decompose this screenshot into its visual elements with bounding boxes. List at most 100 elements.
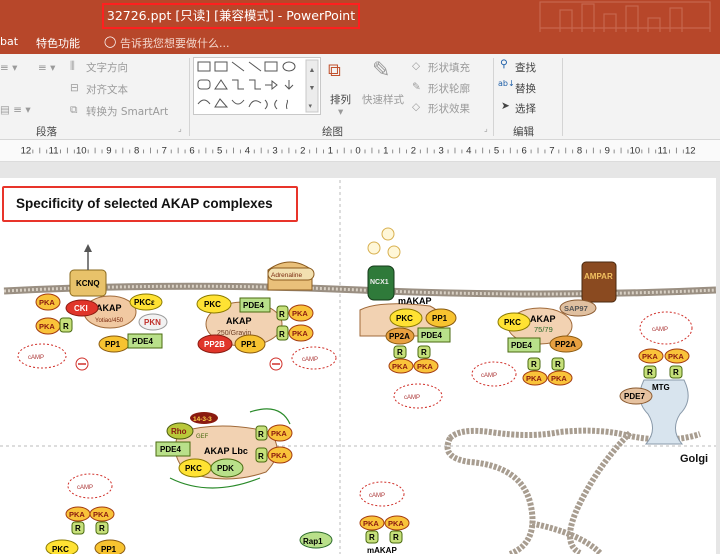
text-direction-button[interactable]: 文字方向	[86, 60, 128, 75]
r-label: R	[555, 360, 561, 369]
ruler-tick-label: 8	[134, 145, 139, 156]
pp2a-label: PP2A	[389, 332, 410, 341]
shape-fill-button[interactable]: 形状填充	[428, 60, 470, 75]
pka-label: PKA	[642, 352, 658, 361]
akap7579-label: 75/79	[534, 325, 553, 334]
rap1-label: Rap1	[303, 537, 323, 546]
ruler-tick-label: 4	[466, 145, 472, 156]
shape-effects-button[interactable]: 形状效果	[428, 101, 470, 116]
slide-title[interactable]: Specificity of selected AKAP complexes	[2, 186, 298, 222]
pkc-label: PKC	[396, 314, 413, 323]
window-title: 32726.ppt [只读] [兼容模式] - PowerPoint	[102, 3, 360, 29]
r-label: R	[63, 322, 69, 331]
pka-label: PKA	[363, 519, 379, 528]
tab-special-features[interactable]: 特色功能	[36, 35, 80, 51]
ruler-tick-label: 10	[76, 145, 87, 156]
pka-label: PKA	[526, 374, 542, 383]
ruler-tick-label: 0	[355, 145, 360, 156]
ruler-tick-label: 11	[49, 145, 59, 156]
ruler-tick-label: 6	[522, 145, 527, 156]
find-button[interactable]: 查找	[515, 60, 536, 75]
ribbon-tabs: bat 特色功能 ◯ 告诉我您想要做什么...	[0, 32, 720, 54]
lightbulb-icon: ◯	[104, 35, 117, 48]
arrange-button[interactable]: 排列	[330, 92, 351, 107]
r-label: R	[369, 533, 375, 542]
r-label: R	[393, 533, 399, 542]
convert-smartart-button[interactable]: 转换为 SmartArt	[86, 104, 168, 119]
pdk-label: PDK	[217, 464, 234, 473]
ruler-tick-label: 3	[272, 145, 277, 156]
quick-styles-button[interactable]: 快速样式	[362, 92, 404, 107]
replace-button[interactable]: 替换	[515, 81, 536, 96]
shapes-icons: ▲ ▼ ▾	[197, 59, 319, 113]
pde4-label: PDE4	[160, 445, 181, 454]
r-label: R	[531, 360, 537, 369]
drawing-dialog-launcher-icon[interactable]: ⌟	[484, 124, 488, 133]
replace-icon: ab↓	[498, 79, 515, 88]
arrange-icon: ⧉	[328, 60, 341, 81]
pka-label: PKA	[388, 519, 404, 528]
ruler-tick-label: 10	[630, 145, 641, 156]
pka-label: PKA	[271, 451, 287, 460]
sap97-label: SAP97	[564, 304, 588, 313]
line-spacing-icon[interactable]: ≡ ▾	[0, 62, 17, 74]
separator	[189, 58, 190, 136]
pde7-label: PDE7	[624, 392, 645, 401]
adrenaline-label: Adrenaline	[271, 272, 302, 279]
svg-text:▲: ▲	[309, 67, 316, 74]
group-label-paragraph: 段落	[36, 126, 57, 138]
columns-icon[interactable]: ▤ ≡ ▾	[0, 104, 31, 116]
makap-label: mAKAP	[367, 546, 397, 554]
tab-format[interactable]: bat	[0, 35, 18, 48]
slide[interactable]: KCNQ AKAP Yotiao/450 CKI PKCε PKN PKA PK…	[0, 178, 717, 557]
pka-label: PKA	[292, 309, 308, 318]
ncx1-label: NCX1	[370, 279, 389, 286]
align-text-button[interactable]: 对齐文本	[86, 82, 128, 97]
ruler-tick-label: 5	[494, 145, 499, 156]
shapes-gallery[interactable]: ▲ ▼ ▾	[193, 57, 321, 115]
svg-text:▾: ▾	[309, 103, 313, 110]
pp2a-label: PP2A	[555, 340, 576, 349]
akap-diagram: KCNQ AKAP Yotiao/450 CKI PKCε PKN PKA PK…	[0, 180, 717, 557]
camp-label: cAMP	[28, 355, 44, 361]
ruler-tick-label: 9	[106, 145, 111, 156]
pp1-label: PP1	[241, 340, 257, 349]
pp1-label: PP1	[432, 314, 448, 323]
tell-me-search[interactable]: 告诉我您想要做什么...	[120, 35, 230, 51]
ruler-tick-label: 12	[685, 145, 696, 156]
rho-label: Rho	[171, 427, 187, 436]
r-label: R	[421, 348, 427, 357]
r-label: R	[279, 310, 285, 319]
cursor-icon: ➤	[501, 100, 510, 112]
pka-label: PKA	[668, 352, 684, 361]
group-label-editing: 编辑	[513, 126, 534, 138]
r-label: R	[673, 368, 679, 377]
pp1-label: PP1	[101, 545, 117, 554]
ampar-label: AMPAR	[584, 272, 613, 281]
r-label: R	[258, 430, 264, 439]
pkc-label: PKC	[52, 545, 69, 554]
list-icon[interactable]: ≡ ▾	[38, 62, 55, 74]
horizontal-ruler: 12 11 10 9 8 7 6 5 4 3 2 1 0 1 2 3 4 5 6 7 8 9 10 11 12	[0, 140, 720, 162]
ruler-tick-label: 5	[217, 145, 222, 156]
pkn-label: PKN	[144, 318, 161, 327]
pka-label: PKA	[292, 329, 308, 338]
pde4-label: PDE4	[243, 301, 264, 310]
r-label: R	[279, 330, 285, 339]
pka-label: PKA	[69, 510, 85, 519]
chevron-down-icon: ▾	[338, 106, 344, 118]
pkc-label: PKC	[504, 318, 521, 327]
shape-outline-button[interactable]: 形状轮廓	[428, 81, 470, 96]
cki-label: CKI	[74, 304, 88, 313]
ruler-tick-label: 3	[438, 145, 443, 156]
select-button[interactable]: 选择	[515, 101, 536, 116]
pka-label: PKA	[417, 362, 433, 371]
dialog-launcher-icon[interactable]: ⌟	[178, 124, 182, 133]
quick-styles-icon: ✎	[372, 58, 391, 83]
pde4-label: PDE4	[132, 337, 153, 346]
ruler-tick-label: 2	[300, 145, 305, 156]
pkce-label: PKCε	[134, 298, 155, 307]
golgi-membrane	[444, 427, 701, 557]
pkc-label: PKC	[185, 464, 202, 473]
yotiao-akap-label: AKAP	[96, 303, 122, 313]
